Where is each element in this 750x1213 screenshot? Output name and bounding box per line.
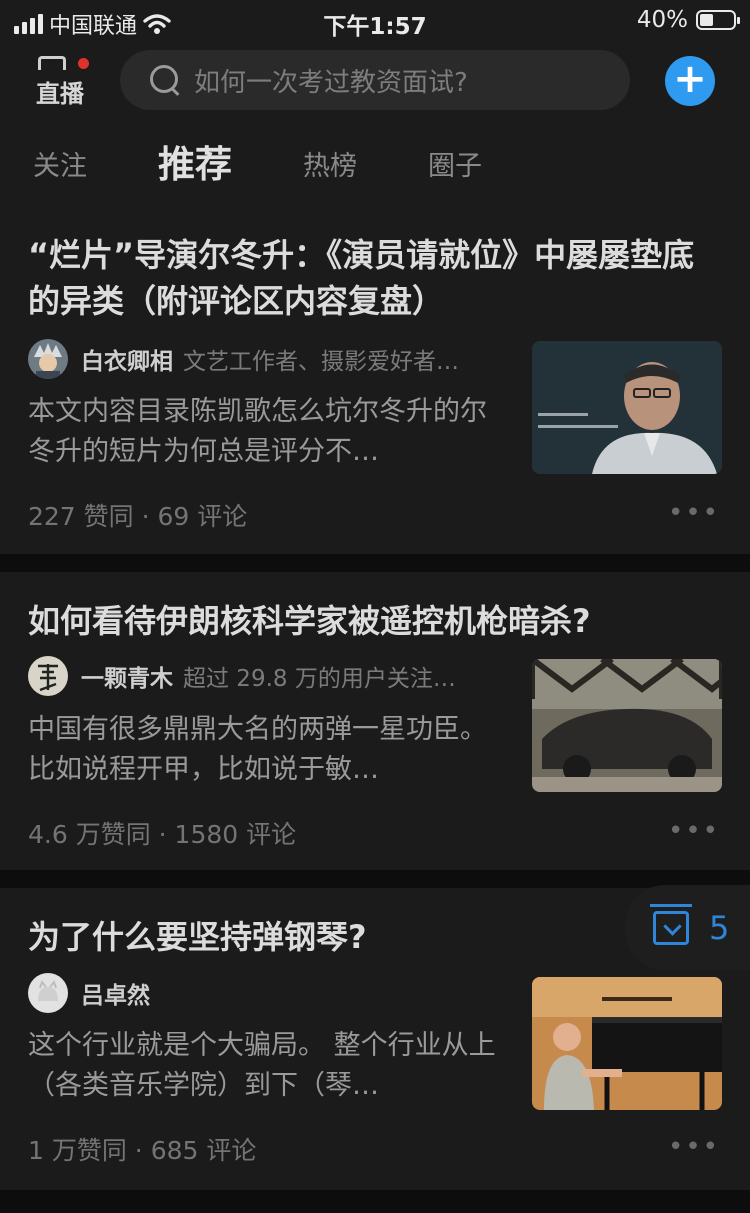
favorites-count: 5 <box>709 908 730 947</box>
author-description: 超过 29.8 万的用户关注… <box>183 666 456 692</box>
card-stats: 227 赞同 · 69 评论 <box>28 502 248 531</box>
card-title[interactable]: “烂片”导演尔冬升：《演员请就位》中屡屡垫底的异类（附评论区内容复盘） <box>28 232 722 324</box>
battery-percent: 40% <box>636 7 688 33</box>
author-name[interactable]: 一颗青木 <box>81 659 173 693</box>
more-options-icon[interactable]: ••• <box>668 498 720 528</box>
tab-recommend[interactable]: 推荐 <box>158 134 232 188</box>
more-options-icon[interactable]: ••• <box>668 816 720 846</box>
feed-card[interactable]: “烂片”导演尔冬升：《演员请就位》中屡屡垫底的异类（附评论区内容复盘） 白衣卿相… <box>0 202 750 554</box>
avatar[interactable] <box>28 656 68 696</box>
card-author[interactable]: 白衣卿相 文艺工作者、摄影爱好者… <box>28 339 518 379</box>
add-button[interactable]: + <box>665 56 715 106</box>
card-title[interactable]: 为了什么要坚持弹钢琴? <box>28 914 722 960</box>
battery-icon <box>696 10 740 30</box>
more-options-icon[interactable]: ••• <box>668 1132 720 1162</box>
author-description: 文艺工作者、摄影爱好者… <box>183 349 459 375</box>
card-author[interactable]: 吕卓然 <box>28 973 518 1013</box>
card-thumbnail[interactable] <box>532 977 722 1110</box>
card-thumbnail[interactable] <box>532 659 722 792</box>
card-excerpt[interactable]: 中国有很多鼎鼎大名的两弹一星功臣。 比如说程开甲，比如说于敏… <box>28 710 498 790</box>
search-icon <box>148 63 182 97</box>
card-thumbnail[interactable] <box>532 341 722 474</box>
author-name[interactable]: 白衣卿相 <box>81 342 173 376</box>
avatar[interactable] <box>28 973 68 1013</box>
tab-circles[interactable]: 圈子 <box>428 144 482 183</box>
author-name[interactable]: 吕卓然 <box>81 976 150 1010</box>
tab-hot-list[interactable]: 热榜 <box>303 144 357 183</box>
favorites-box-icon <box>650 903 692 945</box>
live-label: 直播 <box>36 80 84 108</box>
avatar[interactable] <box>28 339 68 379</box>
card-excerpt[interactable]: 本文内容目录陈凯歌怎么坑尔冬升的尔冬升的短片为何总是评分不… <box>28 392 498 472</box>
search-placeholder: 如何一次考过教资面试? <box>194 67 468 98</box>
status-bar: 中国联通 下午1:57 40% <box>0 0 750 42</box>
feed-tabs: 关注 推荐 热榜 圈子 <box>0 122 750 202</box>
card-title[interactable]: 如何看待伊朗核科学家被遥控机枪暗杀? <box>28 598 722 644</box>
tab-follow[interactable]: 关注 <box>33 144 87 183</box>
card-stats: 1 万赞同 · 685 评论 <box>28 1136 257 1165</box>
live-button[interactable]: 直播 <box>36 56 96 108</box>
live-dot-icon <box>78 58 89 69</box>
tv-icon <box>38 56 66 70</box>
card-author[interactable]: 一颗青木 超过 29.8 万的用户关注… <box>28 656 518 696</box>
card-stats: 4.6 万赞同 · 1580 评论 <box>28 820 297 849</box>
card-excerpt[interactable]: 这个行业就是个大骗局。 整个行业从上（各类音乐学院）到下（琴… <box>28 1026 498 1106</box>
feed-card[interactable]: 如何看待伊朗核科学家被遥控机枪暗杀? 一颗青木 超过 29.8 万的用户关注… … <box>0 572 750 870</box>
search-bar[interactable]: 如何一次考过教资面试? <box>120 50 630 110</box>
favorites-button[interactable]: 5 <box>625 885 750 970</box>
top-bar: 直播 如何一次考过教资面试? + <box>0 42 750 122</box>
